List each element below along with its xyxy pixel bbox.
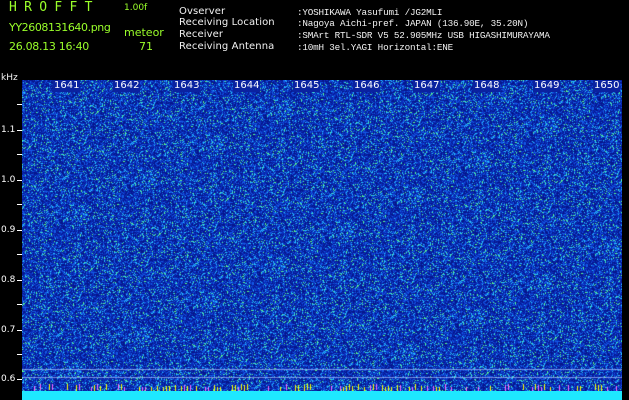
file-name: YY2608131640.png <box>9 21 111 34</box>
minute-label: 1649 <box>533 80 561 92</box>
freq-label: 0.8 <box>1 275 16 285</box>
freq-tick <box>17 154 22 155</box>
spectrogram-noise <box>22 80 622 400</box>
spectrogram <box>22 80 622 400</box>
minute-label: 1642 <box>113 80 141 92</box>
freq-tick <box>17 204 22 205</box>
minute-label: 1647 <box>413 80 441 92</box>
freq-tick <box>17 330 22 331</box>
freq-label: 0.9 <box>1 225 16 235</box>
freq-label: 0.7 <box>1 325 16 335</box>
freq-tick <box>17 104 22 105</box>
observer-value: :YOSHIKAWA Yasufumi /JG2MLI <box>297 7 443 18</box>
freq-tick <box>17 130 22 131</box>
observer-key: Ovserver <box>179 6 226 17</box>
frequency-unit-label: kHz <box>1 73 18 83</box>
hrofft-window: HROFFT 1.00f YY2608131640.png 26.08.13 1… <box>0 0 629 400</box>
receiver-value: :SMArt RTL-SDR V5 52.905MHz USB HIGASHIM… <box>297 30 550 41</box>
app-title: HROFFT <box>9 0 100 15</box>
minute-label: 1648 <box>473 80 501 92</box>
freq-tick <box>17 280 22 281</box>
minute-label: 1643 <box>173 80 201 92</box>
minute-label: 1646 <box>353 80 381 92</box>
freq-tick <box>17 254 22 255</box>
freq-tick <box>17 379 22 380</box>
app-version: 1.00f <box>124 3 148 13</box>
file-timestamp: 26.08.13 16:40 <box>9 40 89 53</box>
meteor-label: meteor <box>124 26 164 39</box>
freq-tick <box>17 180 22 181</box>
freq-tick <box>17 230 22 231</box>
antenna-value: :10mH 3el.YAGI Horizontal:ENE <box>297 42 453 53</box>
minute-label: 1650 <box>593 80 621 92</box>
meteor-count: 71 <box>139 40 153 53</box>
noise-floor-band <box>22 391 622 400</box>
minute-label: 1644 <box>233 80 261 92</box>
freq-label: 1.0 <box>1 175 16 185</box>
freq-label: 0.6 <box>1 374 16 384</box>
freq-tick <box>17 304 22 305</box>
freq-label: 1.1 <box>1 125 16 135</box>
minute-label: 1641 <box>53 80 81 92</box>
antenna-key: Receiving Antenna <box>179 41 275 52</box>
receiver-key: Receiver <box>179 29 224 40</box>
location-key: Receiving Location <box>179 17 275 28</box>
location-value: :Nagoya Aichi-pref. JAPAN (136.90E, 35.2… <box>297 18 529 29</box>
freq-tick <box>17 354 22 355</box>
minute-label: 1645 <box>293 80 321 92</box>
